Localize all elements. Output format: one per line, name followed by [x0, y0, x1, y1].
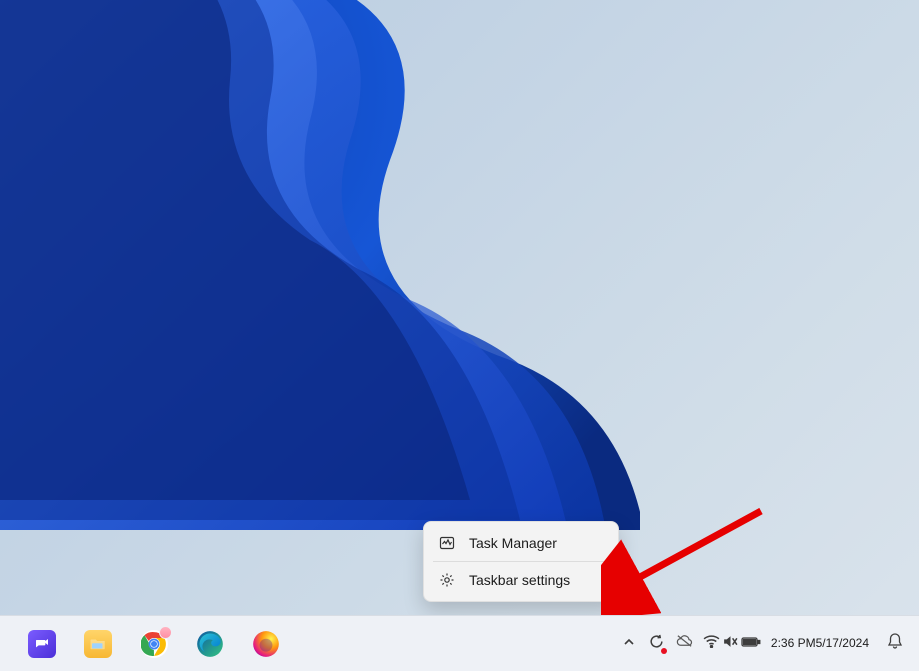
edge-button[interactable]: [190, 624, 230, 664]
annotation-arrow: [601, 497, 781, 617]
firefox-icon: [252, 630, 280, 658]
chat-app-icon: [28, 630, 56, 658]
wifi-icon: [703, 635, 720, 653]
file-explorer-button[interactable]: [78, 624, 118, 664]
menu-divider: [433, 561, 609, 562]
firefox-button[interactable]: [246, 624, 286, 664]
time-label: 2:36 PM: [771, 636, 816, 651]
date-label: 5/17/2024: [816, 636, 869, 651]
chevron-up-icon: [623, 635, 635, 653]
volume-muted-icon: [722, 634, 739, 654]
system-tray: 2:36 PM 5/17/2024: [615, 616, 919, 671]
task-manager-label: Task Manager: [469, 535, 557, 551]
onedrive-button[interactable]: [670, 624, 699, 664]
bell-icon: [887, 632, 903, 655]
taskbar: 2:36 PM 5/17/2024: [0, 615, 919, 671]
taskbar-settings-menu-item[interactable]: Taskbar settings: [429, 565, 613, 595]
task-manager-icon: [439, 535, 455, 551]
file-explorer-icon: [84, 630, 112, 658]
chat-app-button[interactable]: [22, 624, 62, 664]
gear-icon: [439, 572, 455, 588]
task-manager-menu-item[interactable]: Task Manager: [429, 528, 613, 558]
notifications-button[interactable]: [877, 624, 913, 664]
taskbar-settings-label: Taskbar settings: [469, 572, 570, 588]
taskbar-context-menu: Task Manager Taskbar settings: [423, 521, 619, 602]
chrome-button[interactable]: [134, 624, 174, 664]
sync-button[interactable]: [643, 624, 670, 664]
quick-settings-button[interactable]: [699, 624, 765, 664]
desktop[interactable]: Task Manager Taskbar settings: [0, 0, 919, 671]
battery-icon: [741, 635, 761, 653]
avatar-badge-icon: [159, 626, 172, 639]
edge-icon: [196, 630, 224, 658]
clock-button[interactable]: 2:36 PM 5/17/2024: [765, 624, 877, 664]
cloud-offline-icon: [675, 634, 694, 653]
status-dot-icon: [661, 648, 667, 654]
taskbar-pinned-apps: [0, 624, 286, 664]
tray-overflow-button[interactable]: [615, 624, 643, 664]
wallpaper-bloom: [0, 0, 640, 530]
